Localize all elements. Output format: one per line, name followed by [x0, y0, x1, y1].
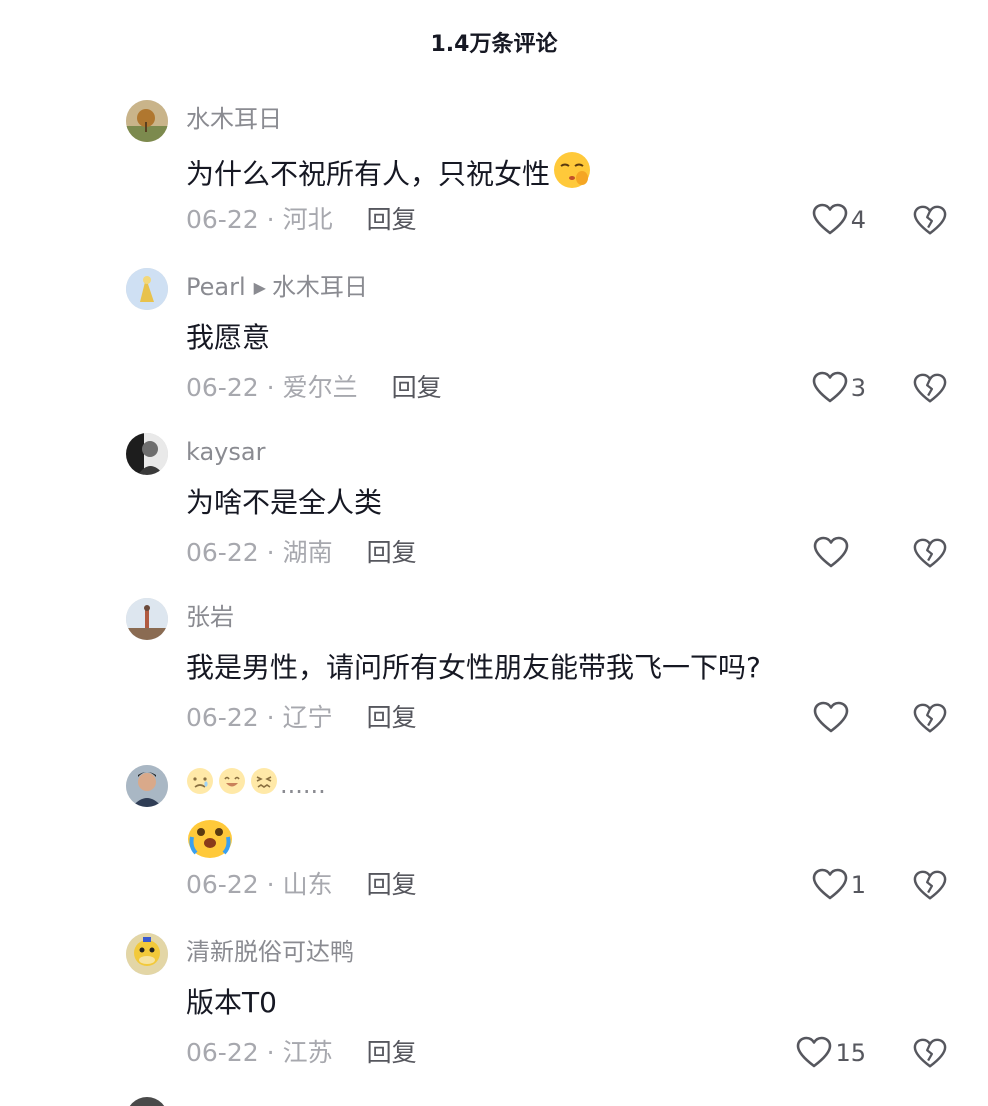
broken-heart-icon	[913, 373, 947, 403]
comment-author[interactable]: Pearl ▶ 水木耳日	[186, 270, 368, 304]
comment-item: Pearl ▶ 水木耳日 我愿意 06-22 · 爱尔兰 回复 3	[0, 268, 988, 428]
comment-meta: 06-22 · 辽宁 回复	[186, 701, 417, 735]
heart-outline-icon	[797, 1036, 832, 1068]
heart-outline-icon	[813, 701, 849, 733]
comment-meta: 06-22 · 河北 回复	[186, 203, 417, 237]
crying-face-emoji-icon	[186, 767, 214, 804]
like-count: 3	[850, 374, 866, 402]
heart-outline-icon	[812, 371, 848, 403]
like-button[interactable]: 4	[812, 203, 866, 237]
like-button[interactable]: 1	[812, 868, 866, 902]
avatar[interactable]	[126, 433, 168, 475]
triangle-right-icon: ▶	[253, 278, 266, 297]
meta-separator: ·	[266, 373, 275, 402]
broken-heart-icon	[913, 870, 947, 900]
grinning-face-emoji-icon	[218, 767, 246, 804]
heart-outline-icon	[812, 868, 848, 900]
comment-text: 为啥不是全人类	[186, 486, 383, 519]
comment-item: 张岩 我是男性，请问所有女性朋友能带我飞一下吗? 06-22 · 辽宁 回复	[0, 598, 988, 758]
comment-item: kaysar 为啥不是全人类 06-22 · 湖南 回复	[0, 433, 988, 593]
comment-text: 为什么不祝所有人，只祝女性	[186, 150, 594, 201]
next-comment-avatar[interactable]	[126, 1097, 168, 1106]
comment-date: 06-22	[186, 870, 259, 899]
comment-item: ...... 06-22 · 山东 回复 1	[0, 765, 988, 925]
tired-face-emoji-icon	[250, 767, 278, 804]
comment-author[interactable]: 水木耳日	[186, 102, 282, 136]
comment-date: 06-22	[186, 373, 259, 402]
comment-date: 06-22	[186, 205, 259, 234]
comment-date: 06-22	[186, 538, 259, 567]
dislike-button[interactable]	[913, 702, 947, 736]
like-button[interactable]: 3	[812, 371, 866, 405]
meta-separator: ·	[266, 205, 275, 234]
comment-author[interactable]: 清新脱俗可达鸭	[186, 935, 354, 969]
broken-heart-icon	[913, 703, 947, 733]
comment-item: 水木耳日 为什么不祝所有人，只祝女性 06-22 · 河北 回复 4	[0, 100, 988, 260]
reply-to-author[interactable]: 水木耳日	[272, 273, 368, 301]
broken-heart-icon	[913, 205, 947, 235]
reply-button[interactable]: 回复	[367, 703, 417, 732]
comment-meta: 06-22 · 爱尔兰 回复	[186, 371, 442, 405]
comments-header: 1.4万条评论	[0, 0, 988, 80]
heart-outline-icon	[813, 536, 849, 568]
dislike-button[interactable]	[913, 372, 947, 406]
avatar[interactable]	[126, 765, 168, 807]
comment-item: 清新脱俗可达鸭 版本T0 06-22 · 江苏 回复 15	[0, 933, 988, 1093]
like-count: 1	[850, 871, 866, 899]
meta-separator: ·	[266, 870, 275, 899]
like-button[interactable]	[813, 536, 866, 570]
avatar[interactable]	[126, 598, 168, 640]
comment-meta: 06-22 · 山东 回复	[186, 868, 417, 902]
like-count: 4	[850, 206, 866, 234]
comment-author[interactable]: 张岩	[186, 600, 234, 634]
comment-text: 我愿意	[186, 321, 271, 354]
meta-separator: ·	[266, 538, 275, 567]
dislike-button[interactable]	[913, 1037, 947, 1071]
dislike-button[interactable]	[913, 537, 947, 571]
avatar[interactable]	[126, 100, 168, 142]
comment-author[interactable]: kaysar	[186, 435, 265, 469]
comment-location: 河北	[282, 205, 333, 234]
like-button[interactable]: 15	[796, 1036, 866, 1070]
like-count: 15	[835, 1039, 866, 1067]
comment-text: 我是男性，请问所有女性朋友能带我飞一下吗?	[186, 651, 761, 684]
avatar[interactable]	[126, 268, 168, 310]
comment-author[interactable]: ......	[186, 767, 326, 801]
dislike-button[interactable]	[913, 869, 947, 903]
avatar[interactable]	[126, 933, 168, 975]
heart-outline-icon	[812, 203, 848, 235]
comment-location: 爱尔兰	[282, 373, 358, 402]
like-button[interactable]	[813, 701, 866, 735]
comment-meta: 06-22 · 湖南 回复	[186, 536, 417, 570]
meta-separator: ·	[266, 1038, 275, 1067]
reply-button[interactable]: 回复	[367, 870, 417, 899]
reply-button[interactable]: 回复	[392, 373, 442, 402]
reply-button[interactable]: 回复	[367, 1038, 417, 1067]
broken-heart-icon	[913, 1038, 947, 1068]
reply-button[interactable]: 回复	[367, 538, 417, 567]
comment-date: 06-22	[186, 703, 259, 732]
comment-meta: 06-22 · 江苏 回复	[186, 1036, 417, 1070]
comment-location: 湖南	[282, 538, 333, 567]
comment-count-title: 1.4万条评论	[430, 32, 558, 57]
broken-heart-icon	[913, 538, 947, 568]
comment-location: 辽宁	[282, 703, 333, 732]
comment-date: 06-22	[186, 1038, 259, 1067]
comment-text	[186, 815, 234, 870]
meta-separator: ·	[266, 703, 275, 732]
loudly-crying-face-emoji-icon	[186, 815, 234, 870]
dislike-button[interactable]	[913, 204, 947, 238]
comment-location: 山东	[282, 870, 333, 899]
reply-button[interactable]: 回复	[367, 205, 417, 234]
comment-location: 江苏	[282, 1038, 333, 1067]
comment-text: 版本T0	[186, 986, 277, 1019]
shushing-face-emoji-icon	[550, 150, 594, 201]
